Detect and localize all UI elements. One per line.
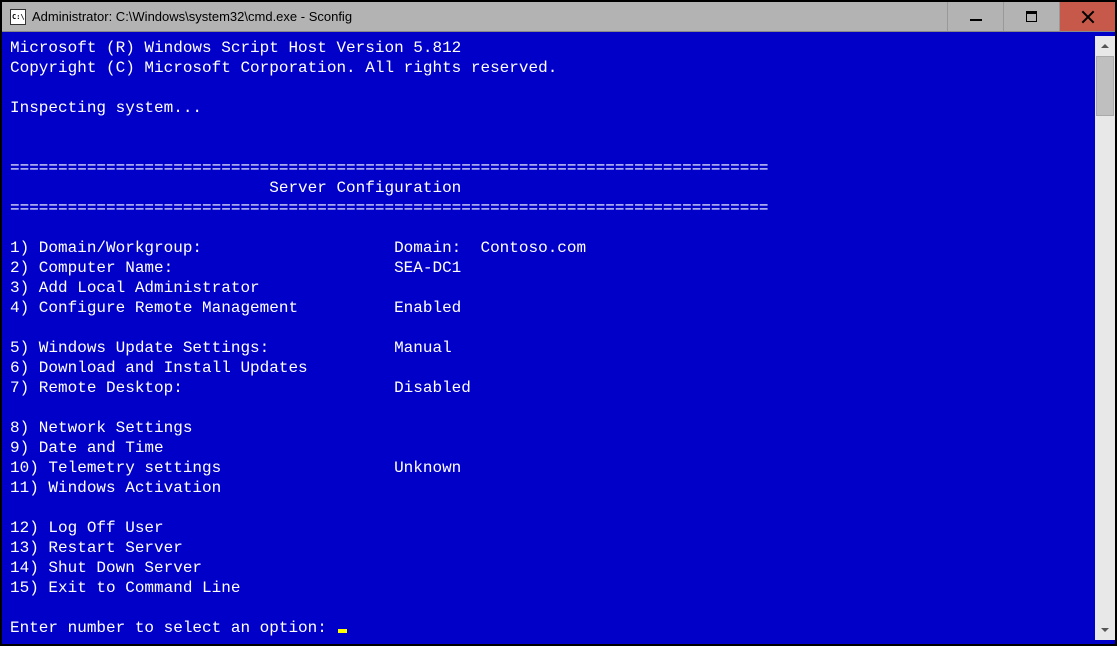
close-icon [1081,10,1095,24]
menu-block-3: 8) Network Settings 9) Date and Time 10)… [10,419,461,497]
prompt-line: Enter number to select an option: [10,619,347,637]
scroll-track[interactable] [1095,56,1115,620]
minimize-icon [970,19,982,21]
titlebar[interactable]: Administrator: C:\Windows\system32\cmd.e… [2,2,1115,32]
cmd-window: Administrator: C:\Windows\system32\cmd.e… [2,2,1115,644]
script-host-line: Microsoft (R) Windows Script Host Versio… [10,39,461,57]
banner-title: Server Configuration [10,179,461,197]
scroll-thumb[interactable] [1096,56,1114,116]
vertical-scrollbar[interactable] [1095,36,1115,640]
client-area: Microsoft (R) Windows Script Host Versio… [2,32,1115,644]
cursor [338,629,347,633]
prompt-text: Enter number to select an option: [10,619,336,637]
minimize-button[interactable] [947,2,1003,31]
inspecting-line: Inspecting system... [10,99,202,117]
copyright-line: Copyright (C) Microsoft Corporation. All… [10,59,557,77]
terminal-output[interactable]: Microsoft (R) Windows Script Host Versio… [6,36,1095,640]
maximize-icon [1026,11,1037,22]
close-button[interactable] [1059,2,1115,31]
window-title: Administrator: C:\Windows\system32\cmd.e… [32,9,947,24]
scroll-up-button[interactable] [1095,36,1115,56]
cmd-icon [10,9,26,25]
scroll-down-button[interactable] [1095,620,1115,640]
menu-block-1: 1) Domain/Workgroup: Domain: Contoso.com… [10,239,586,317]
chevron-down-icon [1100,625,1110,635]
chevron-up-icon [1100,41,1110,51]
divider-top: ========================================… [10,159,769,177]
divider-bottom: ========================================… [10,199,769,217]
maximize-button[interactable] [1003,2,1059,31]
menu-block-4: 12) Log Off User 13) Restart Server 14) … [10,519,394,597]
menu-block-2: 5) Windows Update Settings: Manual 6) Do… [10,339,471,397]
window-controls [947,2,1115,31]
